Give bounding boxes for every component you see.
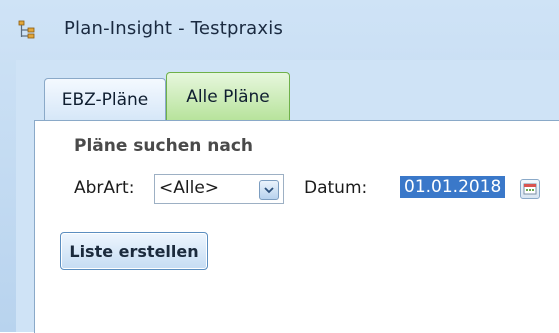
datum-value[interactable]: 01.01.2018 xyxy=(400,176,506,198)
abrart-label: AbrArt: xyxy=(74,178,135,198)
abrart-select-value: <Alle> xyxy=(159,178,220,198)
calendar-icon[interactable] xyxy=(520,179,540,199)
datum-field[interactable]: 01.01.2018 xyxy=(396,174,559,204)
search-section-title: Pläne suchen nach xyxy=(74,136,254,156)
tree-icon xyxy=(18,20,35,39)
chevron-down-icon[interactable] xyxy=(259,180,279,200)
create-list-button[interactable]: Liste erstellen xyxy=(60,232,208,270)
window-title: Plan-Insight - Testpraxis xyxy=(64,18,284,39)
abrart-select[interactable]: <Alle> xyxy=(154,174,284,204)
datum-label: Datum: xyxy=(304,178,368,198)
title-bar: Plan-Insight - Testpraxis xyxy=(0,0,559,52)
tab-ebz-plaene[interactable]: EBZ-Pläne xyxy=(44,78,166,120)
tab-alle-plaene[interactable]: Alle Pläne xyxy=(166,72,290,120)
